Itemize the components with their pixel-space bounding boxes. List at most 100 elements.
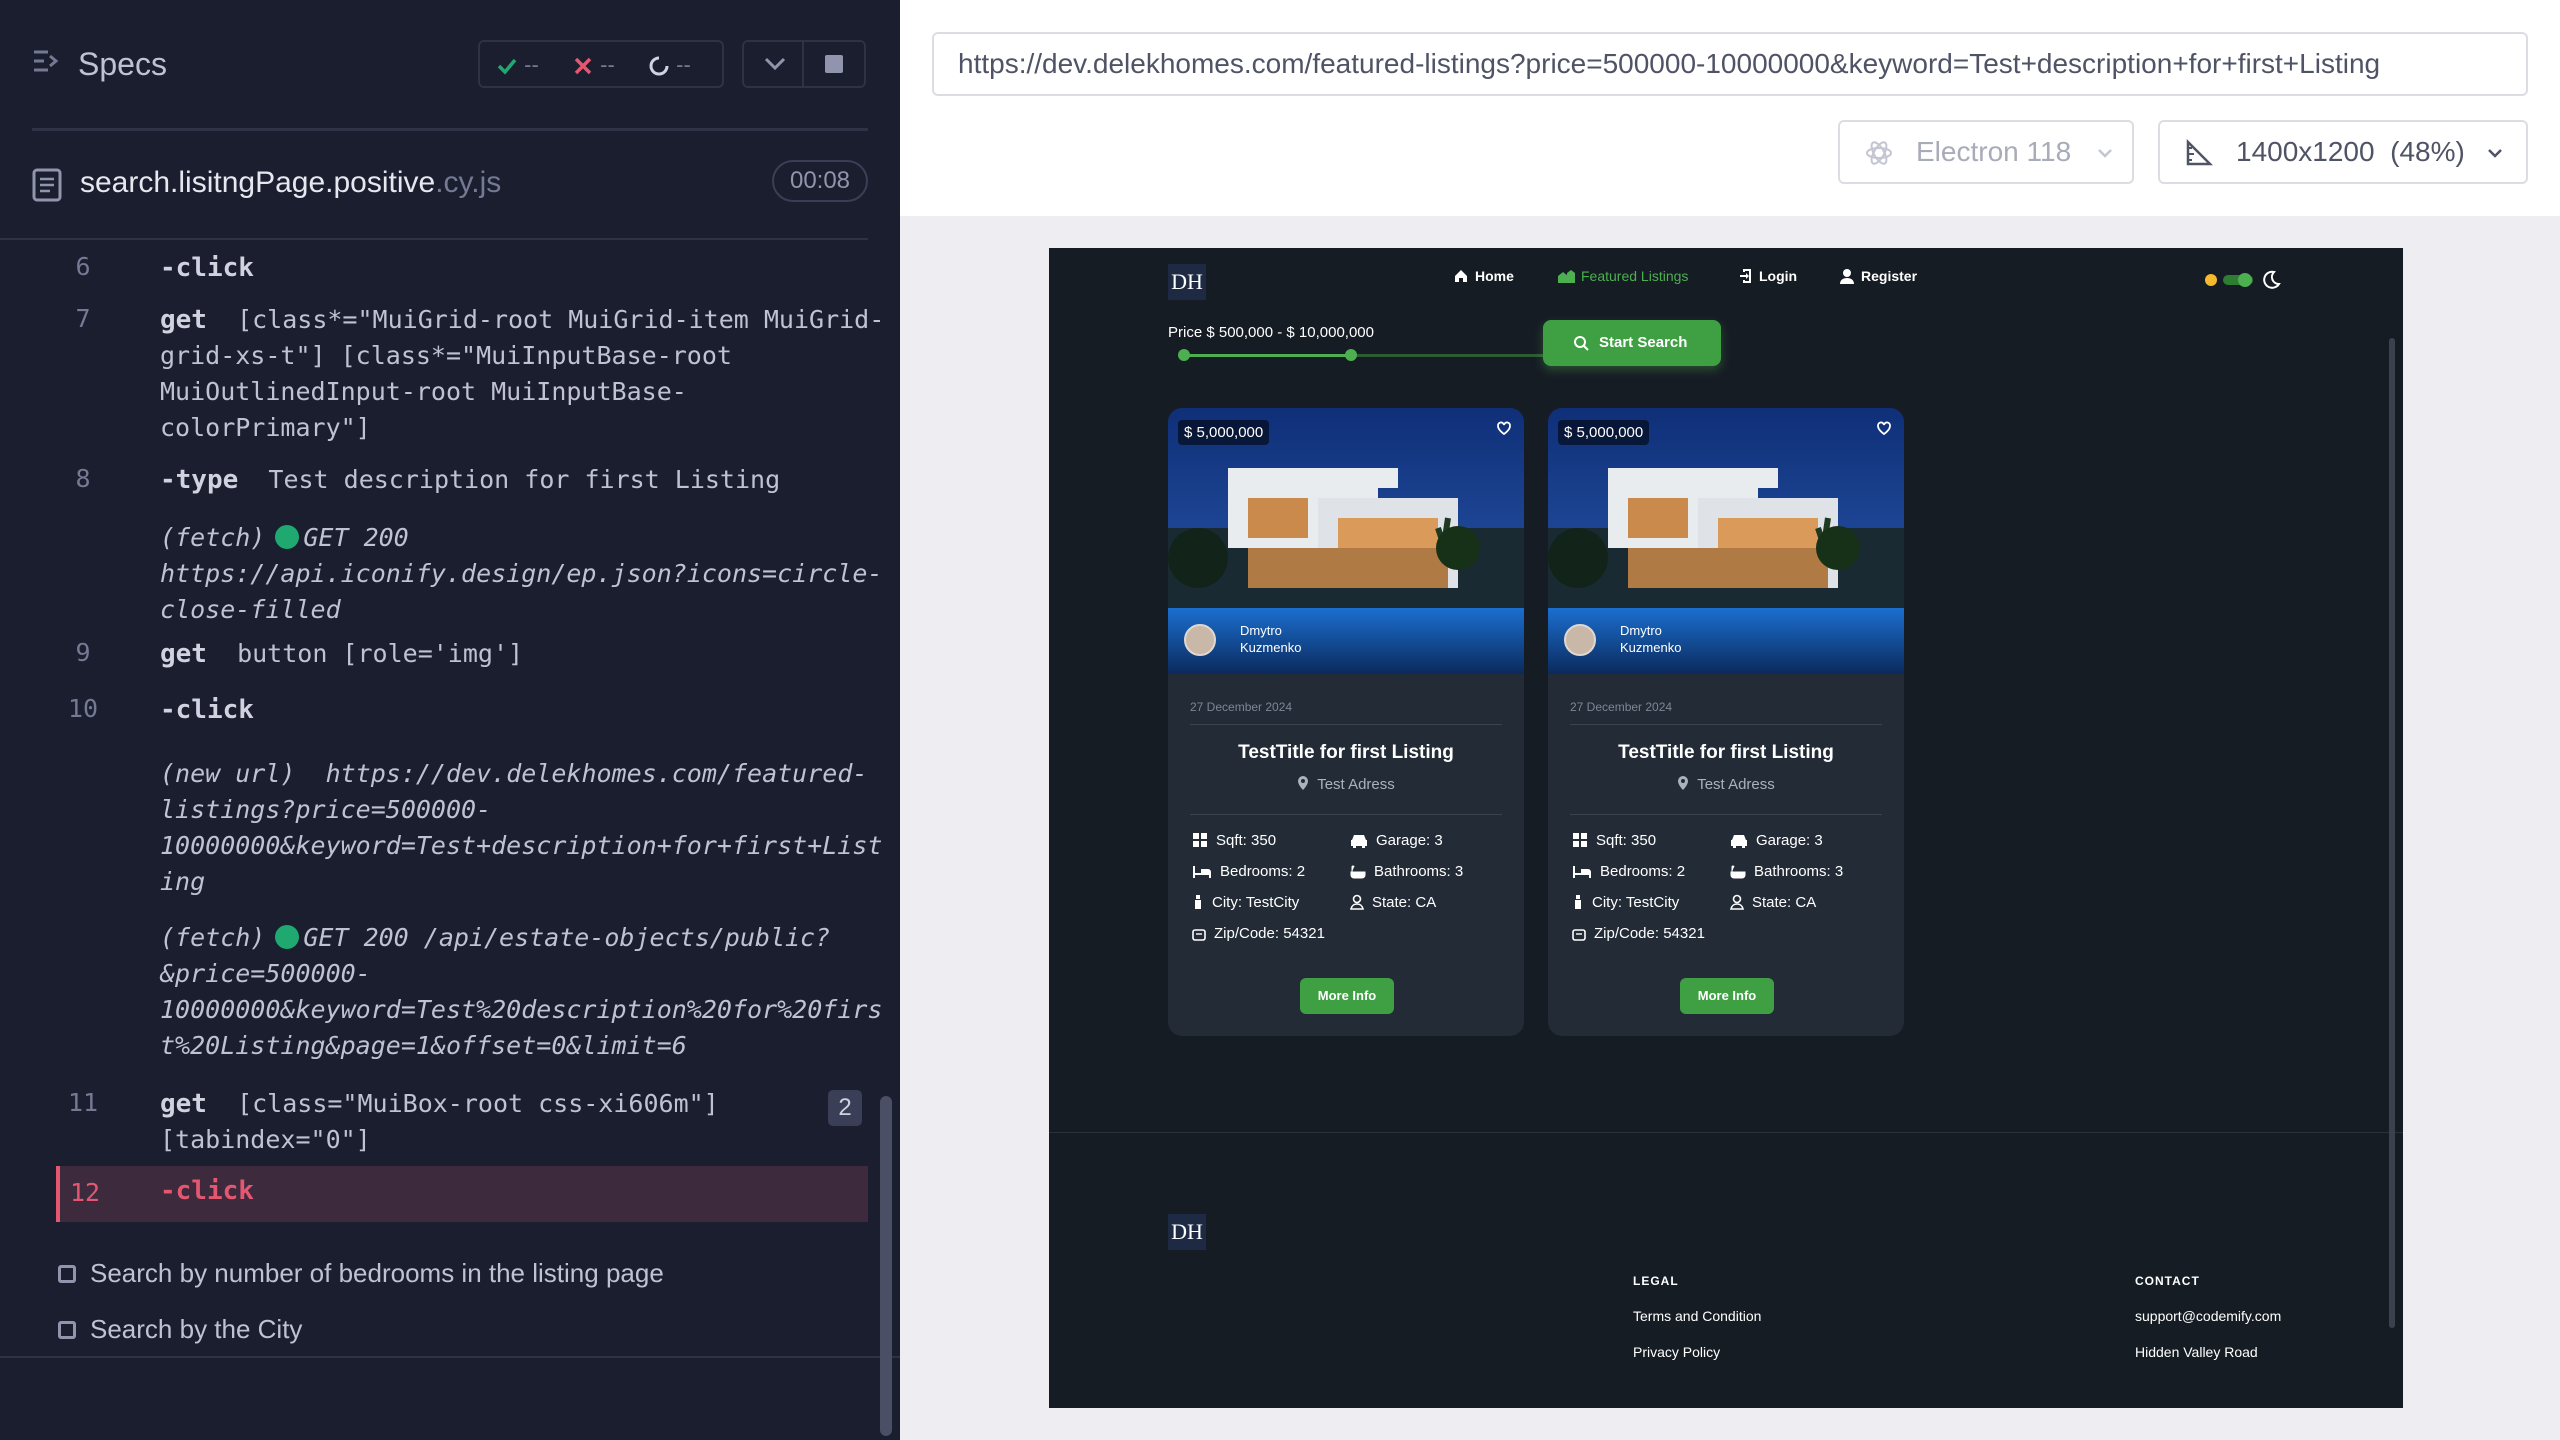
feature-sqft: Sqft: 350 xyxy=(1572,832,1656,849)
city-icon xyxy=(1195,895,1201,909)
listing-address: Test Adress xyxy=(1168,776,1524,793)
listing-photo[interactable] xyxy=(1548,408,1904,674)
command-row[interactable]: (fetch) GET 200 https://api.iconify.desig… xyxy=(56,520,882,628)
command-name: -click xyxy=(160,1176,254,1206)
reporter-scrollbar[interactable] xyxy=(880,1096,892,1436)
spec-file-name[interactable]: search.lisitngPage.positive.cy.js xyxy=(80,166,501,200)
heart-icon[interactable] xyxy=(1496,420,1512,436)
bathtub-icon xyxy=(1730,865,1746,879)
command-message: [tabindex="0"] xyxy=(160,1125,371,1154)
aut-header: https://dev.delekhomes.com/featured-list… xyxy=(900,0,2560,216)
reporter-header: Specs -- -- -- xyxy=(0,0,900,131)
more-info-button[interactable]: More Info xyxy=(1680,978,1774,1014)
browser-selector[interactable]: Electron 118 xyxy=(1838,120,2134,184)
x-icon xyxy=(574,57,592,75)
command-row-active[interactable]: 12 -click xyxy=(56,1166,868,1222)
nav-login[interactable]: Login xyxy=(1739,268,1797,284)
command-body: -type Test description for first Listing xyxy=(160,462,920,498)
spec-file-basename: search.lisitngPage.positive xyxy=(80,166,436,199)
command-name: (fetch) xyxy=(160,923,266,952)
command-row[interactable]: 7 get [class*="MuiGrid-root MuiGrid-item… xyxy=(56,302,884,446)
file-icon xyxy=(32,168,62,202)
status-dot xyxy=(275,525,300,549)
spec-file-row[interactable]: search.lisitngPage.positive.cy.js 00:08 xyxy=(0,150,900,220)
listing-card[interactable]: $ 5,000,000 Dmytro Kuzmenko 27 December 2… xyxy=(1548,408,1904,1036)
listing-date: 27 December 2024 xyxy=(1570,700,1673,714)
car-icon xyxy=(1351,835,1367,848)
person-pin-icon xyxy=(1349,894,1365,910)
heart-icon[interactable] xyxy=(1876,420,1892,436)
command-message: https://dev.delekhomes.com/featured- xyxy=(325,759,868,788)
price-slider-max-thumb[interactable] xyxy=(1344,349,1357,361)
home-icon xyxy=(1455,270,1467,282)
user-icon xyxy=(1840,269,1854,284)
url-bar[interactable]: https://dev.delekhomes.com/featured-list… xyxy=(932,32,2528,96)
command-message: [class="MuiBox-root css-xi606m"] xyxy=(237,1089,719,1118)
bed-icon xyxy=(1193,866,1211,878)
command-message: grid-xs-t"] [class*="MuiInputBase-root xyxy=(160,341,732,370)
nav-register[interactable]: Register xyxy=(1839,268,1917,284)
feature-city: City: TestCity xyxy=(1572,894,1679,911)
author-last: Kuzmenko xyxy=(1620,640,1682,655)
command-name: -click xyxy=(160,695,254,725)
contact-email[interactable]: support@codemify.com xyxy=(2135,1308,2281,1324)
command-row[interactable]: (fetch) GET 200 /api/estate-objects/publi… xyxy=(56,920,882,1064)
stop-button[interactable] xyxy=(804,40,866,88)
listing-card[interactable]: $ 5,000,000 Dmytro Kuzmenko 27 December 2… xyxy=(1168,408,1524,1036)
command-message: Test description for first Listing xyxy=(268,465,781,494)
terms-link[interactable]: Terms and Condition xyxy=(1633,1308,1761,1324)
command-name: get xyxy=(160,1089,207,1119)
bathtub-icon xyxy=(1350,865,1366,879)
privacy-link[interactable]: Privacy Policy xyxy=(1633,1344,1720,1360)
viewport-size: 1400x1200 xyxy=(2236,136,2375,167)
more-info-button[interactable]: More Info xyxy=(1300,978,1394,1014)
feature-bathrooms-text: Bathrooms: 3 xyxy=(1374,863,1464,880)
footer-legal-heading: LEGAL xyxy=(1633,1274,1679,1288)
start-search-button[interactable]: Start Search xyxy=(1543,320,1721,366)
car-icon xyxy=(1731,835,1747,848)
listing-photo[interactable] xyxy=(1168,408,1524,674)
feature-state: State: CA xyxy=(1729,894,1816,911)
pending-test-title: Search by the City xyxy=(90,1314,303,1344)
login-icon xyxy=(1740,269,1751,283)
listing-title: TestTitle for first Listing xyxy=(1618,742,1834,763)
theme-toggle[interactable] xyxy=(2201,268,2281,292)
command-number: 10 xyxy=(67,694,99,723)
command-row[interactable]: 8 -type Test description for first Listi… xyxy=(56,462,868,502)
nav-home[interactable]: Home xyxy=(1453,268,1514,284)
browser-name: Electron 118 xyxy=(1916,136,2072,167)
pending-test[interactable]: Search by number of bedrooms in the list… xyxy=(58,1258,664,1289)
footer-logo[interactable]: DH xyxy=(1168,1214,1206,1250)
command-message: GET 200 xyxy=(303,523,409,552)
feature-bedrooms: Bedrooms: 2 xyxy=(1572,863,1685,880)
person-pin-icon xyxy=(1729,894,1745,910)
author-first: Dmytro xyxy=(1240,623,1282,638)
pending-test[interactable]: Search by the City xyxy=(58,1314,302,1345)
pending-stat: -- xyxy=(648,52,691,78)
command-row[interactable]: 6 -click xyxy=(56,250,868,300)
listing-address-text: Test Adress xyxy=(1317,776,1395,793)
price-slider-min-thumb[interactable] xyxy=(1178,349,1190,361)
pending-test-icon xyxy=(58,1265,76,1283)
test-reporter: Specs -- -- -- search.lisitngPage.positi… xyxy=(0,0,900,1440)
viewport-selector[interactable]: 1400x1200 (48%) xyxy=(2158,120,2528,184)
nav-featured-listings[interactable]: Featured Listings xyxy=(1557,268,1688,284)
command-number: 7 xyxy=(75,304,91,333)
buildings-icon xyxy=(1558,270,1575,283)
specs-title[interactable]: Specs xyxy=(78,46,167,83)
command-row[interactable]: 9 get button [role='img'] xyxy=(56,636,868,676)
ruler-icon xyxy=(2186,138,2214,166)
command-row[interactable]: (new url) https://dev.delekhomes.com/fea… xyxy=(56,756,882,900)
site-logo[interactable]: DH xyxy=(1168,264,1206,300)
command-name: -click xyxy=(160,253,254,283)
command-row[interactable]: 10 -click xyxy=(56,692,868,732)
collapse-button[interactable] xyxy=(742,40,804,88)
command-name: (new url) xyxy=(160,759,296,788)
passed-stat: -- xyxy=(496,52,539,78)
command-row[interactable]: 11 get [class="MuiBox-root css-xi606m"] … xyxy=(56,1086,868,1158)
app-scrollbar[interactable] xyxy=(2389,338,2395,1328)
listing-address-text: Test Adress xyxy=(1697,776,1775,793)
feature-garage-text: Garage: 3 xyxy=(1756,832,1823,849)
footer-contact-heading: CONTACT xyxy=(2135,1274,2200,1288)
specs-list-icon[interactable] xyxy=(30,44,64,78)
